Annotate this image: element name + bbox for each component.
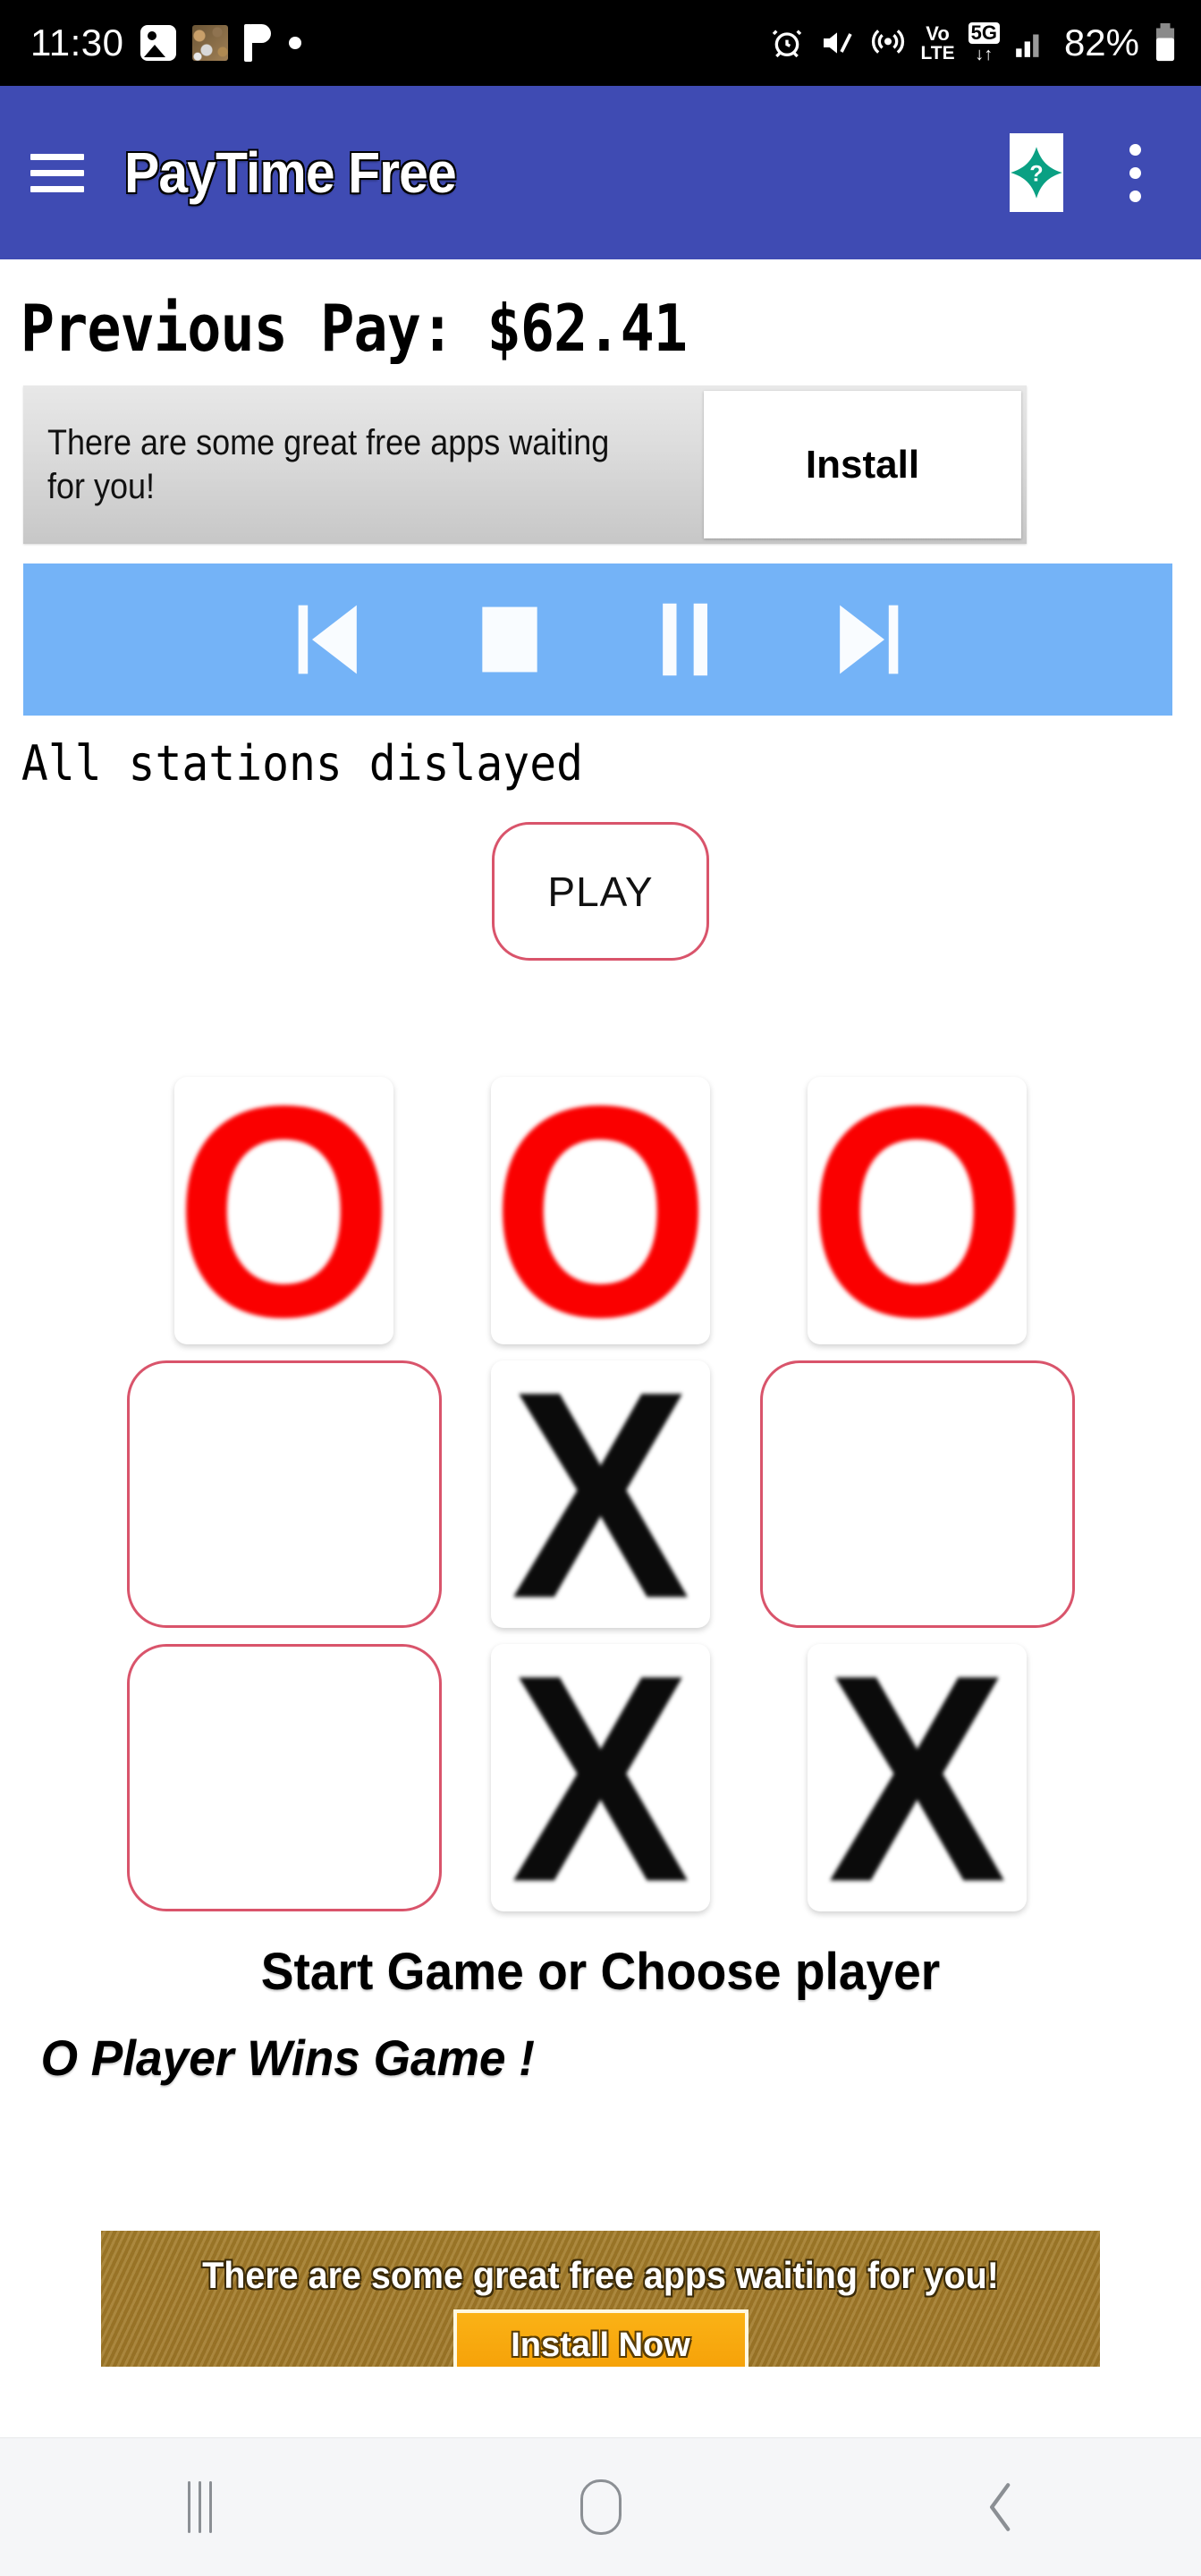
home-icon [579,2479,622,2535]
board-cell-7[interactable]: X [491,1612,710,1944]
board-cell-0[interactable]: O [173,1042,394,1379]
overflow-menu-icon[interactable] [1099,128,1171,217]
volte-icon: Vo LTE [920,21,955,64]
play-button-row: PLAY [0,792,1201,961]
pause-button[interactable] [633,590,740,689]
recents-button[interactable] [0,2438,401,2576]
volte-label-bottom: LTE [920,42,955,64]
next-button[interactable] [810,590,918,689]
flag-icon [243,24,273,62]
stop-button[interactable] [456,590,563,689]
recents-icon [188,2481,213,2533]
alarm-icon [773,30,802,58]
bottom-ad-text: There are some great free apps waiting f… [202,2254,999,2296]
board-cell-8[interactable]: X [808,1612,1027,1944]
top-ad-install-button[interactable]: Install [704,391,1021,538]
previous-pay-label: Previous Pay: $62.41 [20,291,688,366]
status-bar-left: 11:30 [30,21,301,64]
board-cell-6[interactable] [126,1644,442,1911]
help-button[interactable]: ? [1010,133,1063,212]
top-ad-banner[interactable]: There are some great free apps waiting f… [23,386,1027,544]
hotspot-icon [872,30,905,54]
system-navigation-bar [0,2437,1201,2576]
pause-icon [662,603,707,676]
data-arrows-icon: ↓↑ [975,45,994,64]
back-chevron-icon [990,2483,1011,2531]
cell-mark: X [827,1612,1007,1944]
board-cell-5[interactable] [759,1360,1075,1628]
game-prompt-label: Start Game or Choose player [260,1943,941,2001]
app-content: Previous Pay: $62.41 There are some grea… [0,259,1201,2087]
status-bar-right: Vo LTE 5G ↓↑ 82% [769,21,1178,64]
cell-mark: O [490,1042,711,1379]
signal-icon [1016,34,1039,57]
status-bar: 11:30 Vo LTE 5G ↓↑ 82% [0,0,1201,86]
top-ad-text: There are some great free apps waiting f… [47,422,610,506]
5g-icon: 5G ↓↑ [968,22,1000,64]
home-button[interactable] [401,2438,801,2576]
cell-mark: X [511,1328,690,1660]
battery-percent: 82% [1063,21,1139,64]
help-question-icon: ? [1011,147,1062,199]
page-title: PayTime Free [124,140,457,205]
skip-previous-icon [298,605,357,674]
photo-icon [140,25,176,61]
stop-icon [481,606,537,673]
board-cell-3[interactable] [126,1360,442,1628]
tic-tac-toe-board: O O O X X X [126,1042,1075,1944]
media-control-bar [23,564,1172,716]
volte-label-top: Vo [926,21,950,45]
cell-mark: O [173,1042,394,1379]
bottom-ad-banner[interactable]: There are some great free apps waiting f… [101,2231,1100,2367]
status-time: 11:30 [30,21,124,64]
5g-label: 5G [968,22,1000,44]
hamburger-icon[interactable] [30,148,84,198]
mute-icon [824,32,853,54]
stations-status-label: All stations dislayed [21,735,584,792]
cell-mark: X [511,1612,690,1944]
app-bar: PayTime Free ? [0,86,1201,259]
battery-icon [1155,23,1175,62]
cell-mark: O [807,1042,1028,1379]
noise-thumbnail-icon [191,25,228,61]
board-cell-2[interactable]: O [807,1042,1028,1379]
board-cell-4[interactable]: X [491,1328,710,1660]
back-button[interactable] [800,2438,1201,2576]
game-result-label: O Player Wins Game ! [40,2029,536,2086]
previous-button[interactable] [279,590,386,689]
board-cell-1[interactable]: O [490,1042,711,1379]
dot-icon [288,37,301,49]
svg-text:?: ? [1029,162,1043,187]
play-button[interactable]: PLAY [492,822,709,961]
bottom-ad-install-button[interactable]: Install Now [452,2309,749,2367]
skip-next-icon [839,605,898,674]
